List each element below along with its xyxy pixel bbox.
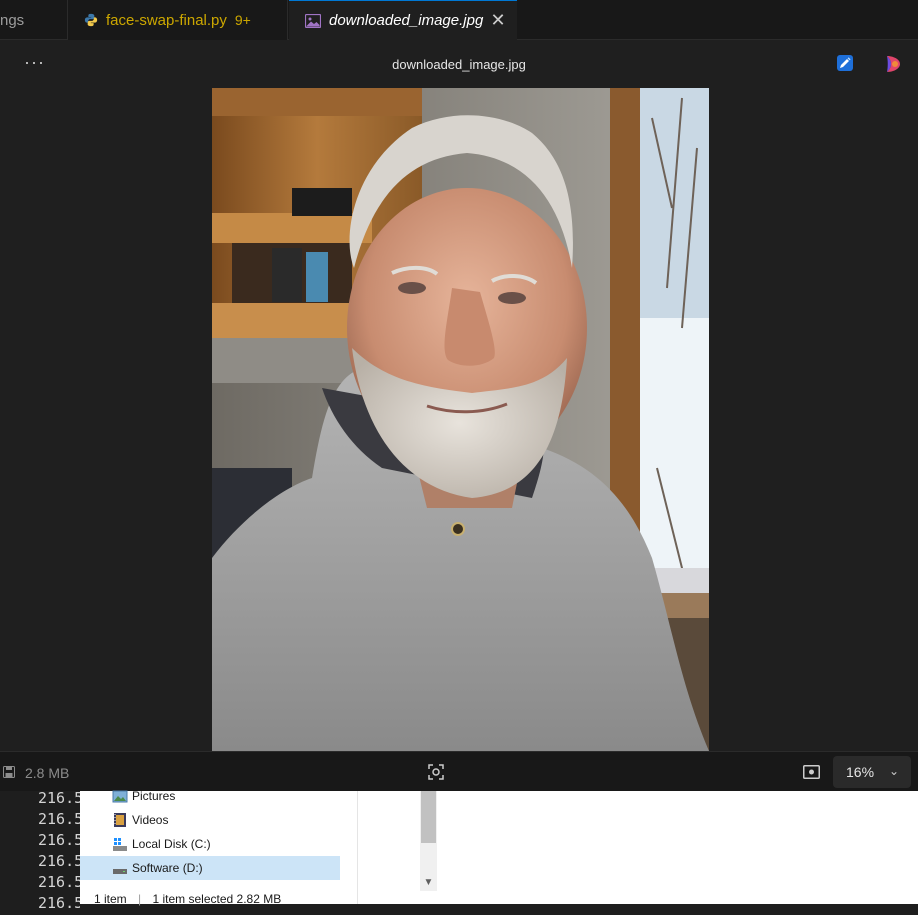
tab-downloaded-image-label: downloaded_image.jpg — [329, 12, 484, 29]
videos-folder-icon — [114, 813, 126, 827]
code-line: 216.5 — [38, 873, 80, 891]
tab-partial[interactable]: ngs — [0, 0, 68, 40]
pictures-folder-icon — [112, 790, 128, 803]
focus-icon[interactable] — [428, 764, 444, 780]
explorer-item-videos[interactable]: Videos — [80, 808, 340, 832]
zoom-value: 16% — [846, 764, 875, 780]
file-size: 2.8 MB — [25, 765, 70, 781]
chevron-down-icon: ⌄ — [888, 764, 899, 778]
windows-drive-icon — [113, 838, 127, 851]
tab-face-swap-final-label: face-swap-final.py — [106, 11, 227, 29]
code-line: 216.5 — [38, 894, 80, 912]
explorer-item-pictures[interactable]: Pictures — [80, 784, 340, 808]
tab-downloaded-image[interactable]: downloaded_image.jpg ✕ — [289, 0, 517, 40]
displayed-photo[interactable] — [212, 88, 709, 751]
zoom-dropdown[interactable]: 16% ⌄ — [833, 756, 911, 788]
image-file-icon — [305, 13, 321, 28]
image-viewer — [0, 88, 918, 751]
drive-icon — [113, 869, 127, 874]
fit-to-window-icon[interactable] — [803, 765, 820, 779]
copilot-icon[interactable] — [885, 55, 902, 73]
explorer-item-label: Local Disk (C:) — [132, 837, 211, 851]
edit-image-icon[interactable] — [837, 55, 853, 71]
tab-bar: ngs face-swap-final.py 9+ downloaded_ima… — [0, 0, 918, 40]
problems-count-badge: 9+ — [234, 12, 251, 28]
document-title: downloaded_image.jpg — [392, 57, 526, 72]
tab-partial-label: ngs — [0, 11, 25, 29]
code-line: 216.5 — [38, 831, 80, 849]
scrollbar-thumb[interactable] — [421, 791, 436, 843]
close-icon[interactable]: ✕ — [489, 11, 507, 29]
code-line: 216.5 — [38, 789, 80, 807]
explorer-scrollbar[interactable]: ▼ — [420, 791, 437, 891]
disk-icon — [3, 766, 15, 778]
file-explorer-window: Pictures Videos Local Disk (C:) Software… — [80, 789, 437, 906]
tab-face-swap-final[interactable]: face-swap-final.py 9+ — [68, 0, 288, 40]
code-line: 216.5 — [38, 810, 80, 828]
explorer-item-local-disk-c[interactable]: Local Disk (C:) — [80, 832, 340, 856]
code-editor-fragment: 216.5 216.5 216.5 216.5 216.5 216.5 — [0, 789, 80, 912]
explorer-item-label: Pictures — [132, 789, 176, 803]
explorer-item-label: Videos — [132, 813, 169, 827]
explorer-item-label: Software (D:) — [132, 861, 203, 875]
background-windows: 216.5 216.5 216.5 216.5 216.5 216.5 Pict… — [0, 789, 918, 912]
editor-header: ··· downloaded_image.jpg — [0, 40, 918, 88]
scroll-down-icon[interactable]: ▼ — [420, 874, 437, 891]
explorer-item-software-d[interactable]: Software (D:) — [80, 856, 340, 880]
code-line: 216.5 — [38, 852, 80, 870]
python-icon — [84, 13, 98, 27]
